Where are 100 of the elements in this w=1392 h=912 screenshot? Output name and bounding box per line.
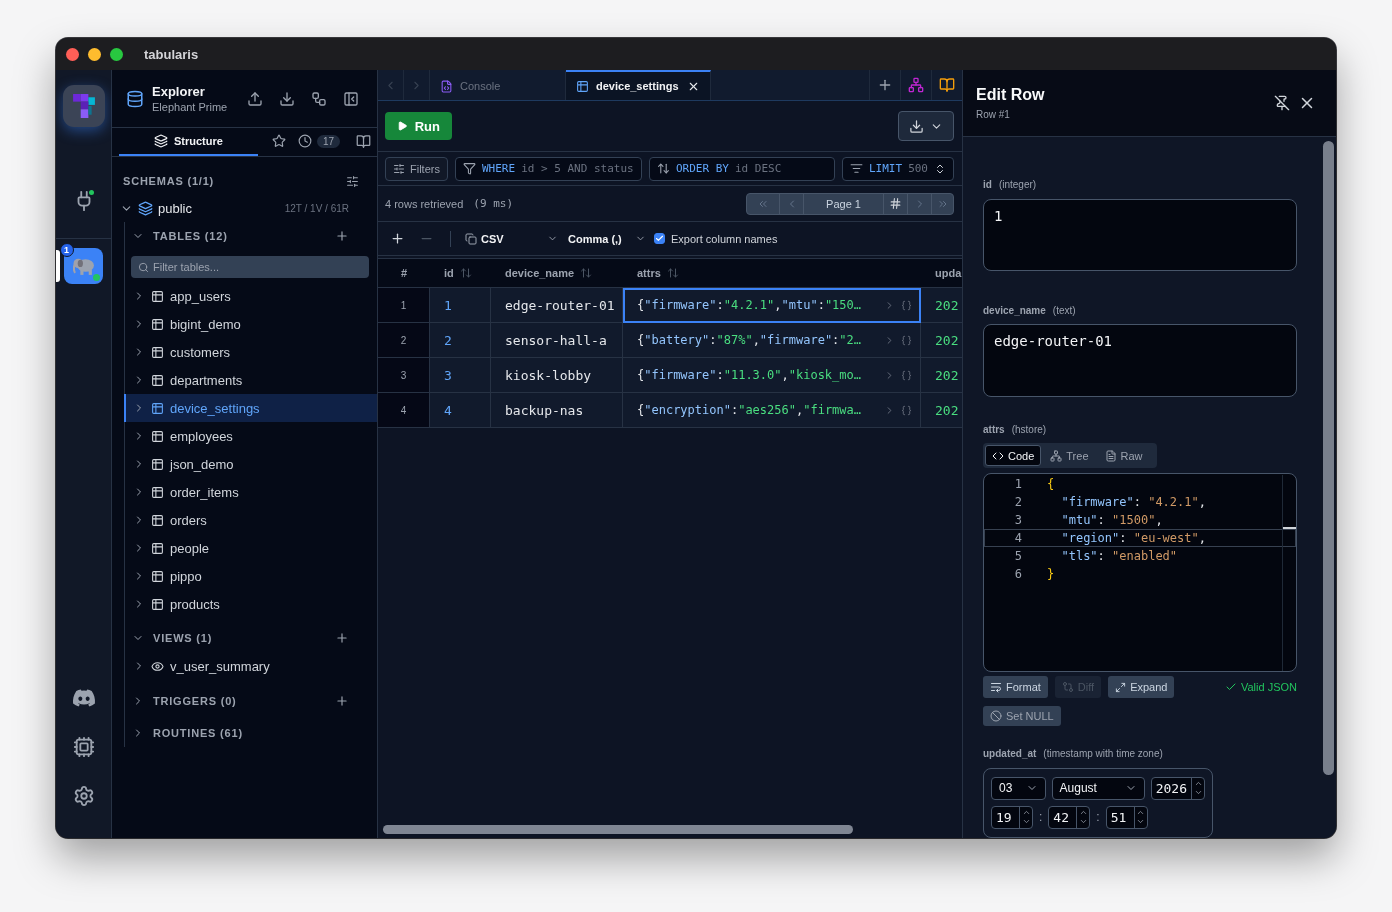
document-icon: [1104, 449, 1117, 462]
table-cell[interactable]: edge-router-01: [491, 288, 623, 323]
sort-icon[interactable]: [666, 267, 679, 279]
order-by-keyword: ORDER BY: [676, 162, 729, 175]
braces-icon[interactable]: [901, 404, 912, 416]
download-menu-button[interactable]: [898, 111, 954, 141]
filters-button[interactable]: Filters: [385, 156, 448, 181]
table-cell[interactable]: 202: [921, 358, 962, 393]
table-icon: [151, 289, 164, 303]
checkbox[interactable]: [654, 233, 665, 244]
expand-icon: [1115, 682, 1127, 693]
time-spinner[interactable]: 42: [1048, 805, 1091, 829]
zoom-window-button[interactable]: [110, 47, 123, 61]
tree-item[interactable]: customers: [124, 338, 377, 366]
year-spinner[interactable]: 2026: [1150, 776, 1205, 800]
order-by-field[interactable]: id DESC: [735, 162, 827, 175]
code-line: "tls": "enabled": [1060, 549, 1178, 564]
delimiter-select[interactable]: Comma (,): [566, 232, 648, 245]
table-icon: [151, 429, 164, 443]
time-spinner[interactable]: 51: [1105, 805, 1148, 829]
add-icon[interactable]: [335, 631, 349, 645]
hierarchy-icon[interactable]: [908, 77, 924, 93]
book-icon[interactable]: [939, 77, 955, 93]
run-button[interactable]: Run: [385, 112, 452, 140]
tree-item[interactable]: employees: [124, 422, 377, 450]
sliders-icon[interactable]: [346, 174, 359, 188]
tree-item[interactable]: departments: [124, 366, 377, 394]
value-field[interactable]: edge-router-01: [983, 324, 1297, 397]
window-title: tabularis: [144, 46, 199, 62]
table-cell[interactable]: 202: [921, 288, 962, 323]
schema-name[interactable]: public: [158, 200, 280, 216]
layers-icon: [138, 200, 153, 216]
mode-tab[interactable]: Tree: [1043, 445, 1096, 467]
sort-icon[interactable]: [580, 267, 593, 279]
mode-tab[interactable]: Code: [985, 445, 1042, 467]
editor-tab[interactable]: device_settings: [566, 70, 711, 100]
table-icon: [151, 345, 164, 359]
tree-item[interactable]: json_demo: [124, 450, 377, 478]
format-button[interactable]: Format: [983, 676, 1048, 699]
download-icon: [909, 118, 924, 134]
filter-box[interactable]: Filter tables...: [131, 256, 369, 278]
minimize-window-button[interactable]: [88, 47, 101, 61]
tree-item[interactable]: order_items: [124, 478, 377, 506]
sort-icon[interactable]: [459, 267, 472, 279]
add-icon[interactable]: [335, 229, 349, 243]
tree-item[interactable]: products: [124, 590, 377, 618]
tree-item[interactable]: app_users: [124, 282, 377, 310]
table-cell[interactable]: 3: [430, 358, 491, 393]
time-spinner[interactable]: 19: [991, 805, 1033, 829]
field-name: updated_at: [983, 748, 1037, 760]
table-cell[interactable]: backup-nas: [491, 393, 623, 428]
where-box[interactable]: WHERE id > 5 AND status: [455, 156, 642, 181]
table-cell[interactable]: sensor-hall-a: [491, 323, 623, 358]
page-label: Page 1: [803, 193, 883, 214]
stepper-icon[interactable]: [934, 162, 946, 175]
code-editor[interactable]: 1 { 2 "firmware": "4.2.1", 3 "mtu": "1500", 4 "region": "eu-west", 5 "tls": "enabled" 6 }: [983, 473, 1297, 673]
plus-icon[interactable]: [390, 231, 405, 246]
close-window-button[interactable]: [66, 47, 79, 61]
set-null-button[interactable]: Set NULL: [983, 706, 1061, 727]
braces-icon[interactable]: [901, 334, 912, 346]
settings-icon[interactable]: [72, 785, 95, 807]
table-cell[interactable]: kiosk-lobby: [491, 358, 623, 393]
mode-tab[interactable]: Raw: [1097, 445, 1150, 467]
expand-button[interactable]: Expand: [1108, 676, 1175, 699]
tree-item[interactable]: orders: [124, 506, 377, 534]
braces-icon[interactable]: [901, 369, 912, 381]
column-header[interactable]: #: [400, 267, 408, 279]
value-field[interactable]: 1: [983, 198, 1297, 271]
cpu-icon[interactable]: [72, 736, 95, 758]
scrollbar-thumb[interactable]: [383, 825, 853, 834]
tree-item[interactable]: device_settings: [124, 394, 377, 422]
braces-icon[interactable]: [901, 299, 912, 311]
format-select[interactable]: CSV: [463, 232, 560, 245]
tree-item[interactable]: people: [124, 534, 377, 562]
table-cell[interactable]: 4: [430, 393, 491, 428]
tree-item[interactable]: bigint_demo: [124, 310, 377, 338]
column-header[interactable]: id: [444, 267, 454, 279]
table-cell[interactable]: 202: [921, 323, 962, 358]
connection-button[interactable]: [64, 248, 103, 284]
order-by-box[interactable]: ORDER BY id DESC: [649, 156, 835, 181]
hash-icon[interactable]: [889, 197, 902, 210]
add-icon[interactable]: [335, 694, 349, 708]
clock-icon: [297, 134, 312, 148]
scrollbar-thumb[interactable]: [1323, 141, 1334, 775]
day-select[interactable]: 03: [991, 776, 1046, 800]
table-cell[interactable]: 2: [430, 323, 491, 358]
filter-field[interactable]: Filter tables...: [153, 261, 362, 273]
table-cell[interactable]: 1: [430, 288, 491, 323]
where-field[interactable]: id > 5 AND status: [521, 162, 634, 175]
table-icon: [576, 79, 589, 93]
limit-box[interactable]: LIMIT 500: [842, 156, 954, 181]
tree-item[interactable]: v_user_summary: [124, 652, 377, 680]
month-select[interactable]: August: [1051, 776, 1145, 800]
tree-item[interactable]: pippo: [124, 562, 377, 590]
limit-field[interactable]: 500: [908, 162, 928, 175]
column-header[interactable]: attrs: [637, 267, 661, 279]
layers-icon: [154, 134, 168, 148]
table-cell[interactable]: 202: [921, 393, 962, 428]
structure-tab[interactable]: Structure: [119, 128, 258, 156]
history-tab[interactable]: 17: [291, 128, 346, 156]
